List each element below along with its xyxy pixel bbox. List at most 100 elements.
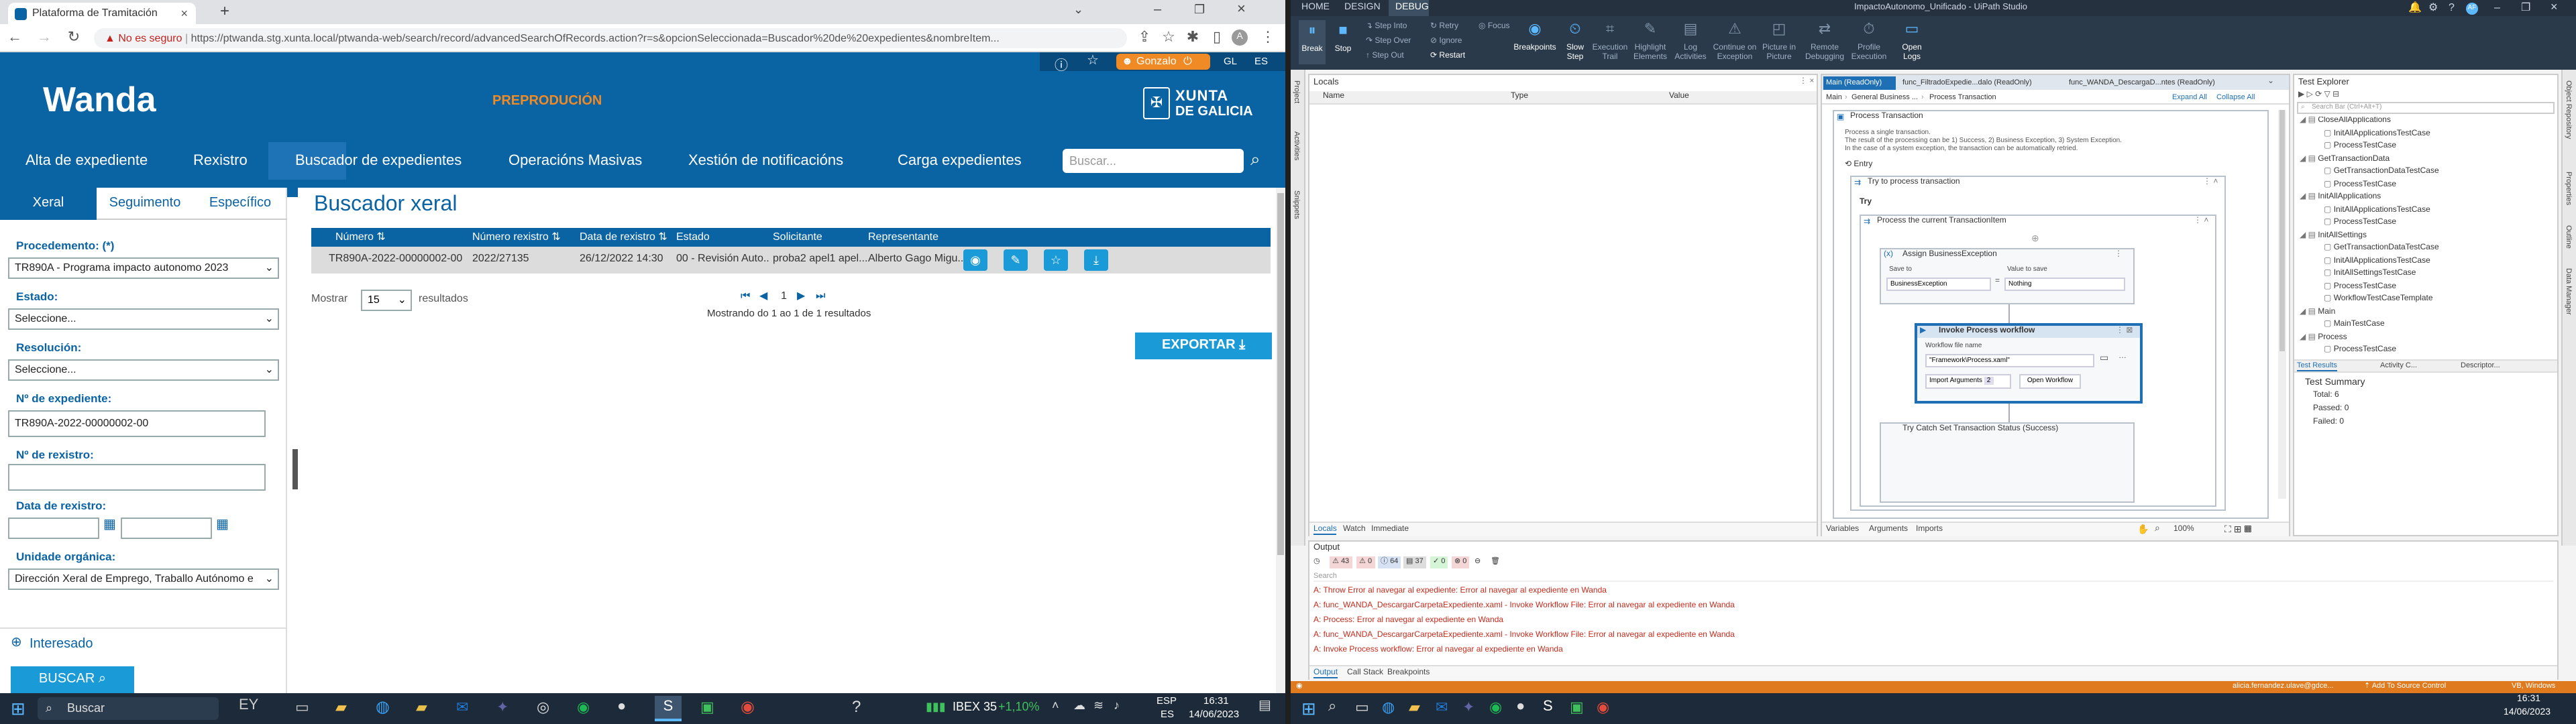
uipath-studio-icon[interactable]: S bbox=[1543, 699, 1553, 715]
view-eye-icon[interactable]: ◉ bbox=[963, 249, 987, 271]
output-search-input[interactable]: Search bbox=[1313, 571, 2553, 582]
chrome-icon[interactable]: ◉ bbox=[741, 697, 755, 716]
test-tree-item[interactable]: ▢ InitAllApplicationsTestCase bbox=[2324, 206, 2430, 215]
tab-watch[interactable]: Watch bbox=[1343, 526, 1366, 534]
wanda-logo[interactable]: Wanda bbox=[43, 79, 156, 121]
test-tree-item[interactable]: ▢ MainTestCase bbox=[2324, 320, 2385, 330]
breakpoints-tab[interactable]: Breakpoints bbox=[1387, 669, 1430, 677]
nav-operacions-masivas[interactable]: Operacións Masivas bbox=[508, 150, 642, 172]
settings-gear-icon[interactable]: ⚙ bbox=[2428, 1, 2438, 13]
first-page-icon[interactable]: ⏮ bbox=[741, 290, 750, 303]
tab-locals[interactable]: Locals bbox=[1313, 526, 1337, 535]
tab-especifico[interactable]: Específico bbox=[193, 188, 287, 220]
nav-alta-expediente[interactable]: Alta de expediente bbox=[25, 150, 148, 172]
minimize-icon[interactable]: – bbox=[2494, 1, 2500, 13]
favorites-star-icon[interactable]: ☆ bbox=[1087, 54, 1099, 68]
output-error-line[interactable]: A: func_WANDA_DescargarCarpetaExpediente… bbox=[1313, 630, 2576, 641]
maximize-icon[interactable]: ❐ bbox=[2521, 1, 2530, 13]
zoom-icon[interactable]: ⌕ bbox=[2155, 524, 2160, 535]
output-error-line[interactable]: A: func_WANDA_DescargarCarpetaExpediente… bbox=[1313, 601, 2576, 611]
delete-output-icon[interactable]: 🗑 bbox=[1491, 556, 1500, 568]
task-view-icon[interactable]: ▭ bbox=[1355, 699, 1369, 716]
calendar-icon[interactable]: ▦ bbox=[216, 518, 229, 532]
step-over-button[interactable]: ↷ Step Over bbox=[1366, 38, 1411, 47]
clock-time[interactable]: 16:31 bbox=[2517, 695, 2540, 704]
buscar-button[interactable]: BUSCAR ⌕ bbox=[11, 666, 134, 693]
profile-avatar[interactable]: A bbox=[1232, 29, 1248, 46]
edge-icon[interactable]: ◍ bbox=[1382, 699, 1395, 716]
info-count[interactable]: ⓘ 64 bbox=[1378, 556, 1401, 568]
process-item-container[interactable]: ⇉ Process the current TransactionItem ⋮ … bbox=[1860, 215, 2216, 507]
open-logs-button[interactable]: ▭ Open Logs bbox=[1896, 19, 1928, 67]
doc-tab-main[interactable]: Main (ReadOnly) bbox=[1823, 76, 1896, 90]
favorite-star-icon[interactable]: ☆ bbox=[1044, 249, 1068, 271]
date-to-input[interactable] bbox=[121, 518, 212, 539]
test-tree-item[interactable]: ▢ WorkflowTestCaseTemplate bbox=[2324, 295, 2433, 304]
page-number[interactable]: 1 bbox=[781, 290, 787, 302]
task-view-icon[interactable]: ▭ bbox=[295, 699, 309, 716]
output-tab[interactable]: Output bbox=[1313, 669, 1338, 678]
outlook-icon[interactable]: ✉ bbox=[1436, 699, 1448, 716]
nav-buscador-expedientes[interactable]: Buscador de expedientes bbox=[295, 150, 462, 172]
doc-tab-descarga[interactable]: func_WANDA_DescargaD...ntes (ReadOnly) bbox=[2069, 76, 2230, 90]
tray-chevron-icon[interactable]: ˄ bbox=[1052, 699, 1059, 712]
break-button[interactable]: ⏸ Break bbox=[1299, 20, 1326, 64]
tab-search-icon[interactable]: ⌄ bbox=[1073, 3, 1083, 17]
next-page-icon[interactable]: ▶ bbox=[797, 290, 805, 302]
new-tab-button[interactable]: + bbox=[220, 1, 229, 20]
search-icon[interactable]: ⌕ bbox=[1250, 149, 1260, 170]
sidepanel-icon[interactable]: ▯ bbox=[1208, 28, 1226, 47]
output-error-line[interactable]: A: Invoke Process workflow: Error al nav… bbox=[1313, 645, 2576, 656]
snippets-tab[interactable]: Snippets bbox=[1292, 190, 1300, 219]
stop-button[interactable]: ■ Stop bbox=[1331, 20, 1355, 64]
teams-icon[interactable]: ✦ bbox=[1462, 699, 1474, 716]
invoke-process-activity[interactable]: ▶ Invoke Process workflow ⋮ ⊠ Workflow f… bbox=[1915, 323, 2143, 404]
clock-date[interactable]: 14/06/2023 bbox=[2504, 708, 2551, 717]
picture-in-picture-button[interactable]: ◰ Picture in Picture bbox=[1759, 19, 1799, 67]
assign-activity[interactable]: (x) Assign BusinessException ⋮ Save to V… bbox=[1880, 248, 2135, 304]
output-error-line[interactable]: A: Process: Error al navegar al expedien… bbox=[1313, 615, 2576, 626]
import-arguments-button[interactable]: Import Arguments 2 bbox=[1925, 374, 2011, 389]
user-menu[interactable]: ☻ Gonzalo ⏻ bbox=[1116, 54, 1210, 70]
retry-button[interactable]: ↻ Retry bbox=[1430, 23, 1458, 32]
test-tree-group[interactable]: ◢ ▤ Process bbox=[2300, 333, 2347, 343]
browse-folder-icon[interactable]: ▭ bbox=[2100, 353, 2108, 363]
forward-icon[interactable]: → bbox=[35, 28, 54, 47]
test-tree-item[interactable]: ▢ InitAllSettingsTestCase bbox=[2324, 269, 2416, 279]
interesado-label[interactable]: Interesado bbox=[30, 637, 93, 652]
data-manager-tab[interactable]: Data Manager bbox=[2564, 268, 2572, 315]
file-explorer-icon[interactable]: ▰ bbox=[1409, 699, 1420, 716]
app-icon[interactable]: ◎ bbox=[537, 699, 549, 716]
bookmark-star-icon[interactable]: ☆ bbox=[1159, 28, 1178, 47]
descriptor-tab[interactable]: Descriptor... bbox=[2461, 362, 2500, 370]
lang-es[interactable]: ES bbox=[1254, 55, 1268, 67]
test-tree-group[interactable]: ◢ ▤ InitAllSettings bbox=[2300, 231, 2367, 241]
breadcrumb-item[interactable]: Process Transaction bbox=[1929, 91, 1996, 105]
try-process-container[interactable]: ⇉ Try to process transaction ⋮ ˄ Try ⇉ P… bbox=[1850, 176, 2226, 511]
test-toolbar-icons[interactable]: ▶ ▷ ⟳ ▽ ⊟ bbox=[2298, 90, 2339, 99]
test-tree-group[interactable]: ◢ ▤ InitAllApplications bbox=[2300, 193, 2381, 202]
file-explorer-icon[interactable]: ▰ bbox=[335, 699, 347, 716]
imports-tab[interactable]: Imports bbox=[1916, 526, 1943, 534]
fit-screen-icon[interactable]: ⛶ ⊞ ▦ bbox=[2224, 524, 2252, 536]
orchestrator-icon[interactable]: ▣ bbox=[1570, 699, 1584, 716]
collapse-all-link[interactable]: Collapse All bbox=[2216, 91, 2255, 105]
error-count[interactable]: ⚠ 43 bbox=[1330, 556, 1352, 568]
clock-time[interactable]: 16:31 bbox=[1203, 695, 1229, 707]
collapse-icon[interactable]: ⋮ ˄ bbox=[2194, 216, 2208, 225]
tab-immediate[interactable]: Immediate bbox=[1371, 526, 1409, 534]
restart-button[interactable]: ⟳ Restart bbox=[1430, 52, 1465, 62]
volume-icon[interactable]: ♪ bbox=[1114, 699, 1120, 712]
test-tree-group[interactable]: ◢ ▤ Main bbox=[2300, 308, 2335, 317]
panel-menu-icon[interactable]: ⋮ × bbox=[1799, 76, 1814, 86]
status-user[interactable]: alicia.fernandez.ulave@gdce... bbox=[2233, 682, 2334, 690]
clock-filter-icon[interactable]: ◷ bbox=[1313, 556, 1320, 568]
panel-collapse-handle[interactable] bbox=[292, 449, 298, 489]
test-tree-group[interactable]: ◢ ▤ CloseAllApplications bbox=[2300, 117, 2391, 126]
activity-menu-icon[interactable]: ⋮ ⊠ bbox=[2116, 326, 2133, 335]
estado-select[interactable]: Seleccione... ⌄ bbox=[8, 308, 279, 330]
continue-on-exception-button[interactable]: ⚠ Continue on Exception bbox=[1711, 19, 1759, 67]
object-repository-tab[interactable]: Object Repository bbox=[2564, 80, 2572, 139]
status-info-icon[interactable]: ◉ bbox=[1296, 682, 1303, 690]
info-icon[interactable]: ⓘ bbox=[1055, 54, 1068, 74]
